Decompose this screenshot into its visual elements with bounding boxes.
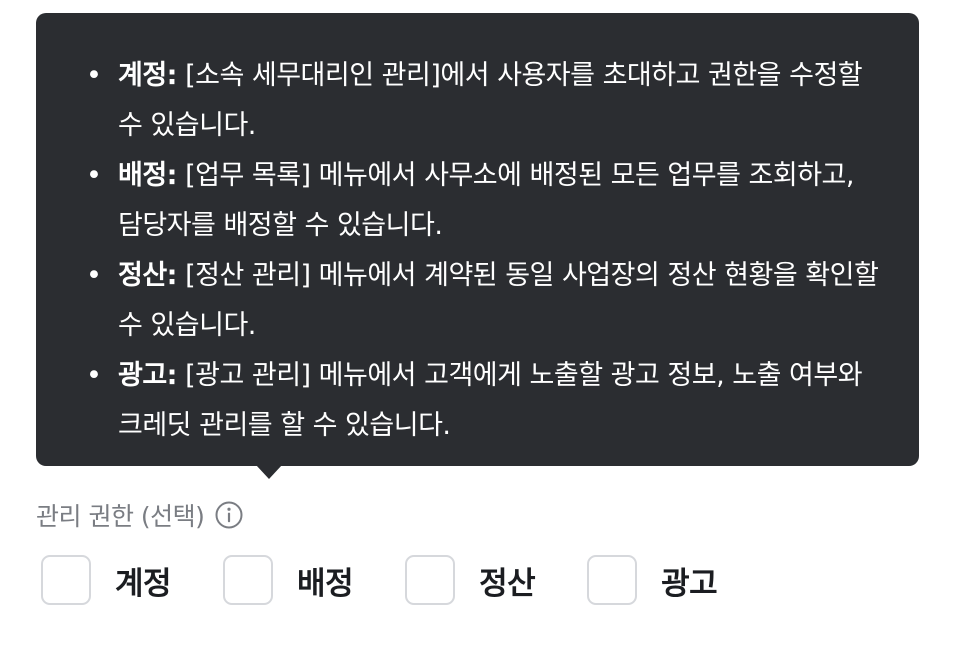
checkbox-label[interactable]: 정산 <box>479 558 536 603</box>
bullet-icon: • <box>86 160 102 191</box>
tooltip-item-assign: • 배정: [업무 목록] 메뉴에서 사무소에 배정된 모든 업무를 조회하고,… <box>86 151 879 251</box>
checkbox-box[interactable] <box>587 555 638 605</box>
permission-label-text: 관리 권한 (선택) <box>36 502 205 531</box>
tooltip-term: 배정: <box>118 160 177 191</box>
tooltip-term: 정산: <box>118 260 177 291</box>
checkbox-label[interactable]: 배정 <box>297 558 354 603</box>
tooltip-item-account: • 계정: [소속 세무대리인 관리]에서 사용자를 초대하고 권한을 수정할 … <box>86 51 879 151</box>
checkbox-assign[interactable]: 배정 <box>223 555 354 605</box>
tooltip-list: • 계정: [소속 세무대리인 관리]에서 사용자를 초대하고 권한을 수정할 … <box>86 51 879 451</box>
tooltip-text: [정산 관리] 메뉴에서 계약된 동일 사업장의 정산 현황을 확인할 수 있습… <box>118 260 879 341</box>
permission-checkbox-group: 계정 배정 정산 광고 <box>41 553 769 607</box>
checkbox-label[interactable]: 계정 <box>115 558 172 603</box>
checkbox-ads[interactable]: 광고 <box>587 555 718 605</box>
tooltip-item-settlement: • 정산: [정산 관리] 메뉴에서 계약된 동일 사업장의 정산 현황을 확인… <box>86 251 879 351</box>
checkbox-box[interactable] <box>41 555 91 605</box>
tooltip-text: [업무 목록] 메뉴에서 사무소에 배정된 모든 업무를 조회하고, 담당자를 … <box>118 160 854 241</box>
checkbox-label[interactable]: 광고 <box>661 558 718 603</box>
tooltip-text: [광고 관리] 메뉴에서 고객에게 노출할 광고 정보, 노출 여부와 크레딧 … <box>118 360 863 441</box>
permission-section-label: 관리 권한 (선택) <box>36 495 244 535</box>
bullet-icon: • <box>86 60 102 91</box>
bullet-icon: • <box>86 260 102 291</box>
tooltip-arrow <box>256 465 282 479</box>
tooltip-term: 계정: <box>118 60 177 91</box>
tooltip-term: 광고: <box>118 360 177 391</box>
permission-tooltip: • 계정: [소속 세무대리인 관리]에서 사용자를 초대하고 권한을 수정할 … <box>36 13 919 466</box>
checkbox-settlement[interactable]: 정산 <box>405 555 536 605</box>
info-circle-icon[interactable] <box>214 500 244 530</box>
tooltip-item-ads: • 광고: [광고 관리] 메뉴에서 고객에게 노출할 광고 정보, 노출 여부… <box>86 351 879 451</box>
checkbox-account[interactable]: 계정 <box>41 555 172 605</box>
checkbox-box[interactable] <box>223 555 274 605</box>
checkbox-box[interactable] <box>405 555 456 605</box>
bullet-icon: • <box>86 360 102 391</box>
tooltip-text: [소속 세무대리인 관리]에서 사용자를 초대하고 권한을 수정할 수 있습니다… <box>118 60 863 141</box>
